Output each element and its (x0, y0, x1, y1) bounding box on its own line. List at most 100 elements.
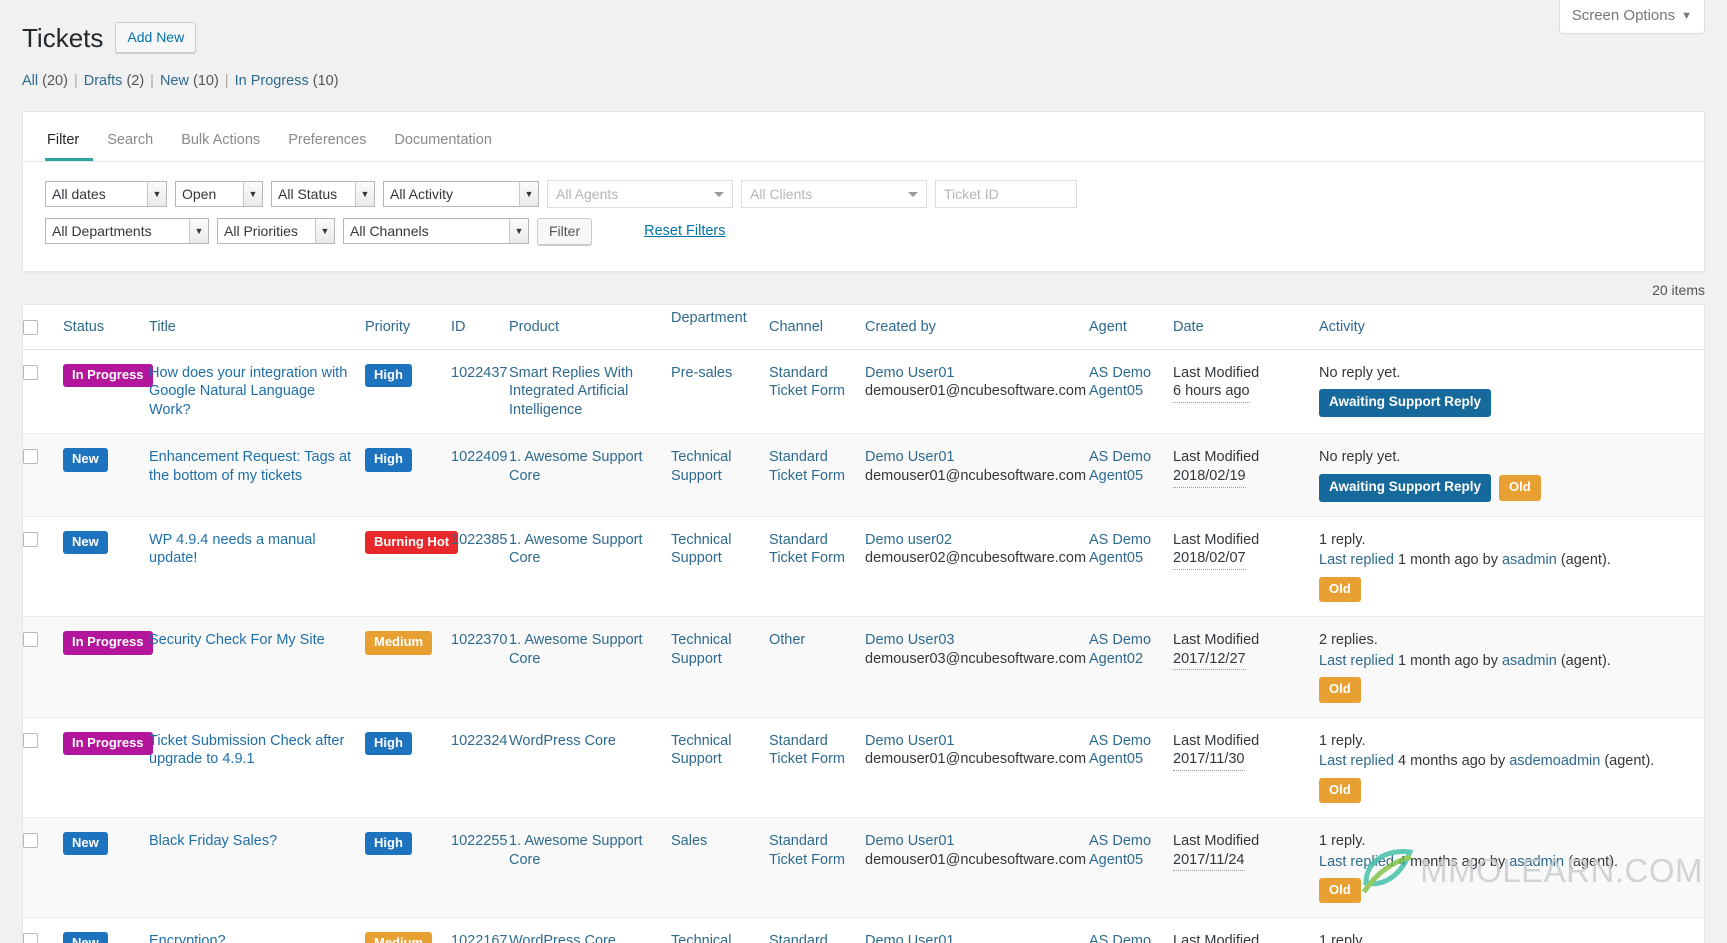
replier-link[interactable]: asadmin (1502, 552, 1557, 568)
table-row[interactable]: New Encryption? Medium 1022167 WordPress Cor… (23, 917, 1704, 943)
agents-select[interactable]: All Agents (547, 179, 733, 208)
row-checkbox[interactable] (23, 632, 38, 648)
department-link[interactable]: Technical Support (671, 733, 731, 768)
ticket-title-link[interactable]: How does your integration with Google Na… (149, 365, 347, 418)
status-link-all-label[interactable]: All (22, 73, 38, 89)
status-select[interactable]: All Status (271, 180, 375, 207)
status-link-drafts-label[interactable]: Drafts (84, 73, 123, 89)
column-header-priority[interactable]: Priority (365, 304, 451, 350)
agent-link[interactable]: AS Demo Agent05 (1089, 733, 1151, 768)
table-row[interactable]: In Progress Security Check For My Site Med… (23, 616, 1704, 718)
open-state-select[interactable]: Open (175, 180, 263, 207)
ticket-title-link[interactable]: Encryption? (149, 933, 226, 943)
table-row[interactable]: New Enhancement Request: Tags at the bott… (23, 433, 1704, 517)
product-link[interactable]: 1. Awesome Support Core (509, 833, 643, 868)
department-link[interactable]: Sales (671, 833, 707, 849)
agent-link[interactable]: AS Demo Agent05 (1089, 933, 1151, 943)
agent-link[interactable]: AS Demo Agent02 (1089, 632, 1151, 667)
table-row[interactable]: New Black Friday Sales? High 1022255 1. Awes… (23, 817, 1704, 919)
row-checkbox[interactable] (23, 833, 38, 848)
channels-select[interactable]: All Channels (343, 218, 529, 245)
status-link-drafts[interactable]: Drafts (2) (84, 73, 144, 89)
status-link-in-progress-label[interactable]: In Progress (235, 73, 309, 89)
ticket-title-link[interactable]: Ticket Submission Check after upgrade to… (149, 733, 344, 768)
created-by-name-link[interactable]: Demo User01 (865, 449, 954, 465)
ticket-title-link[interactable]: WP 4.9.4 needs a manual update! (149, 532, 316, 567)
created-by-name-link[interactable]: Demo User01 (865, 833, 954, 849)
last-replied-link[interactable]: Last replied (1319, 653, 1394, 669)
department-link[interactable]: Pre-sales (671, 365, 732, 381)
channel-link[interactable]: Standard Ticket Form (769, 733, 845, 768)
department-link[interactable]: Technical Support (671, 449, 731, 484)
product-link[interactable]: WordPress Core (509, 733, 616, 749)
departments-select[interactable]: All Departments (45, 218, 209, 245)
filter-submit-button[interactable]: Filter (537, 217, 593, 245)
ticket-id-link[interactable]: 1022370 (451, 632, 507, 648)
reset-filters-link[interactable]: Reset Filters (644, 223, 725, 239)
table-row[interactable]: New WP 4.9.4 needs a manual update! Burnin… (23, 516, 1704, 618)
row-checkbox[interactable] (23, 732, 38, 748)
tab-bulk-actions[interactable]: Bulk Actions (167, 124, 274, 161)
channel-link[interactable]: Standard Ticket Form (769, 933, 845, 943)
replier-link[interactable]: asdemoadmin (1509, 753, 1600, 769)
ticket-title-link[interactable]: Enhancement Request: Tags at the bottom … (149, 449, 351, 484)
replier-link[interactable]: asadmin (1509, 854, 1564, 870)
activity-select[interactable]: All Activity (383, 180, 539, 207)
agent-link[interactable]: AS Demo Agent05 (1089, 833, 1151, 868)
product-link[interactable]: Smart Replies With Integrated Artificial… (509, 365, 633, 418)
add-new-button[interactable]: Add New (115, 22, 197, 54)
channel-link[interactable]: Standard Ticket Form (769, 449, 845, 484)
channel-link[interactable]: Standard Ticket Form (769, 365, 845, 400)
last-replied-link[interactable]: Last replied (1319, 552, 1394, 568)
ticket-title-link[interactable]: Security Check For My Site (149, 632, 325, 648)
column-header-channel[interactable]: Channel (769, 304, 865, 350)
column-header-product[interactable]: Product (509, 304, 671, 350)
row-checkbox[interactable] (23, 449, 38, 465)
agent-link[interactable]: AS Demo Agent05 (1089, 365, 1151, 400)
ticket-id-link[interactable]: 1022385 (451, 532, 507, 548)
row-checkbox[interactable] (23, 933, 38, 943)
channel-link[interactable]: Standard Ticket Form (769, 532, 845, 567)
last-replied-link[interactable]: Last replied (1319, 753, 1394, 769)
department-link[interactable]: Technical Support (671, 632, 731, 667)
column-header-department[interactable]: Department (671, 304, 769, 350)
column-header-agent[interactable]: Agent (1089, 304, 1173, 350)
table-row[interactable]: In Progress Ticket Submission Check after… (23, 717, 1704, 819)
ticket-id-link[interactable]: 1022255 (451, 833, 507, 849)
created-by-name-link[interactable]: Demo user02 (865, 532, 952, 548)
clients-select[interactable]: All Clients (741, 179, 927, 208)
ticket-title-link[interactable]: Black Friday Sales? (149, 833, 277, 849)
column-header-status[interactable]: Status (63, 304, 149, 350)
row-checkbox[interactable] (23, 531, 38, 547)
column-header-created-by[interactable]: Created by (865, 304, 1089, 350)
column-header-title[interactable]: Title (149, 304, 365, 350)
status-link-in-progress[interactable]: In Progress (10) (235, 73, 339, 89)
ticket-id-link[interactable]: 1022324 (451, 733, 507, 749)
ticket-id-input[interactable] (935, 179, 1077, 208)
created-by-name-link[interactable]: Demo User01 (865, 933, 954, 943)
ticket-id-link[interactable]: 1022409 (451, 449, 507, 465)
status-link-new[interactable]: New (10) (160, 73, 219, 89)
created-by-name-link[interactable]: Demo User03 (865, 632, 954, 648)
table-row[interactable]: In Progress How does your integration wit… (23, 349, 1704, 435)
last-replied-link[interactable]: Last replied (1319, 854, 1394, 870)
tab-search[interactable]: Search (93, 124, 167, 161)
created-by-name-link[interactable]: Demo User01 (865, 733, 954, 749)
select-all-checkbox[interactable] (23, 319, 38, 335)
status-link-new-label[interactable]: New (160, 73, 189, 89)
screen-options-button[interactable]: Screen Options ▼ (1558, 0, 1705, 34)
ticket-id-link[interactable]: 1022437 (451, 365, 507, 381)
priorities-select[interactable]: All Priorities (217, 218, 335, 245)
ticket-id-link[interactable]: 1022167 (451, 933, 507, 943)
tab-preferences[interactable]: Preferences (274, 124, 380, 161)
tab-filter[interactable]: Filter (45, 124, 94, 161)
tab-documentation[interactable]: Documentation (380, 124, 506, 161)
agent-link[interactable]: AS Demo Agent05 (1089, 449, 1151, 484)
product-link[interactable]: 1. Awesome Support Core (509, 532, 643, 567)
replier-link[interactable]: asadmin (1502, 653, 1557, 669)
column-header-id[interactable]: ID (451, 304, 509, 350)
product-link[interactable]: WordPress Core (509, 933, 616, 943)
dates-select[interactable]: All dates (45, 180, 167, 207)
column-header-activity[interactable]: Activity (1319, 304, 1704, 350)
channel-link[interactable]: Other (769, 632, 805, 648)
